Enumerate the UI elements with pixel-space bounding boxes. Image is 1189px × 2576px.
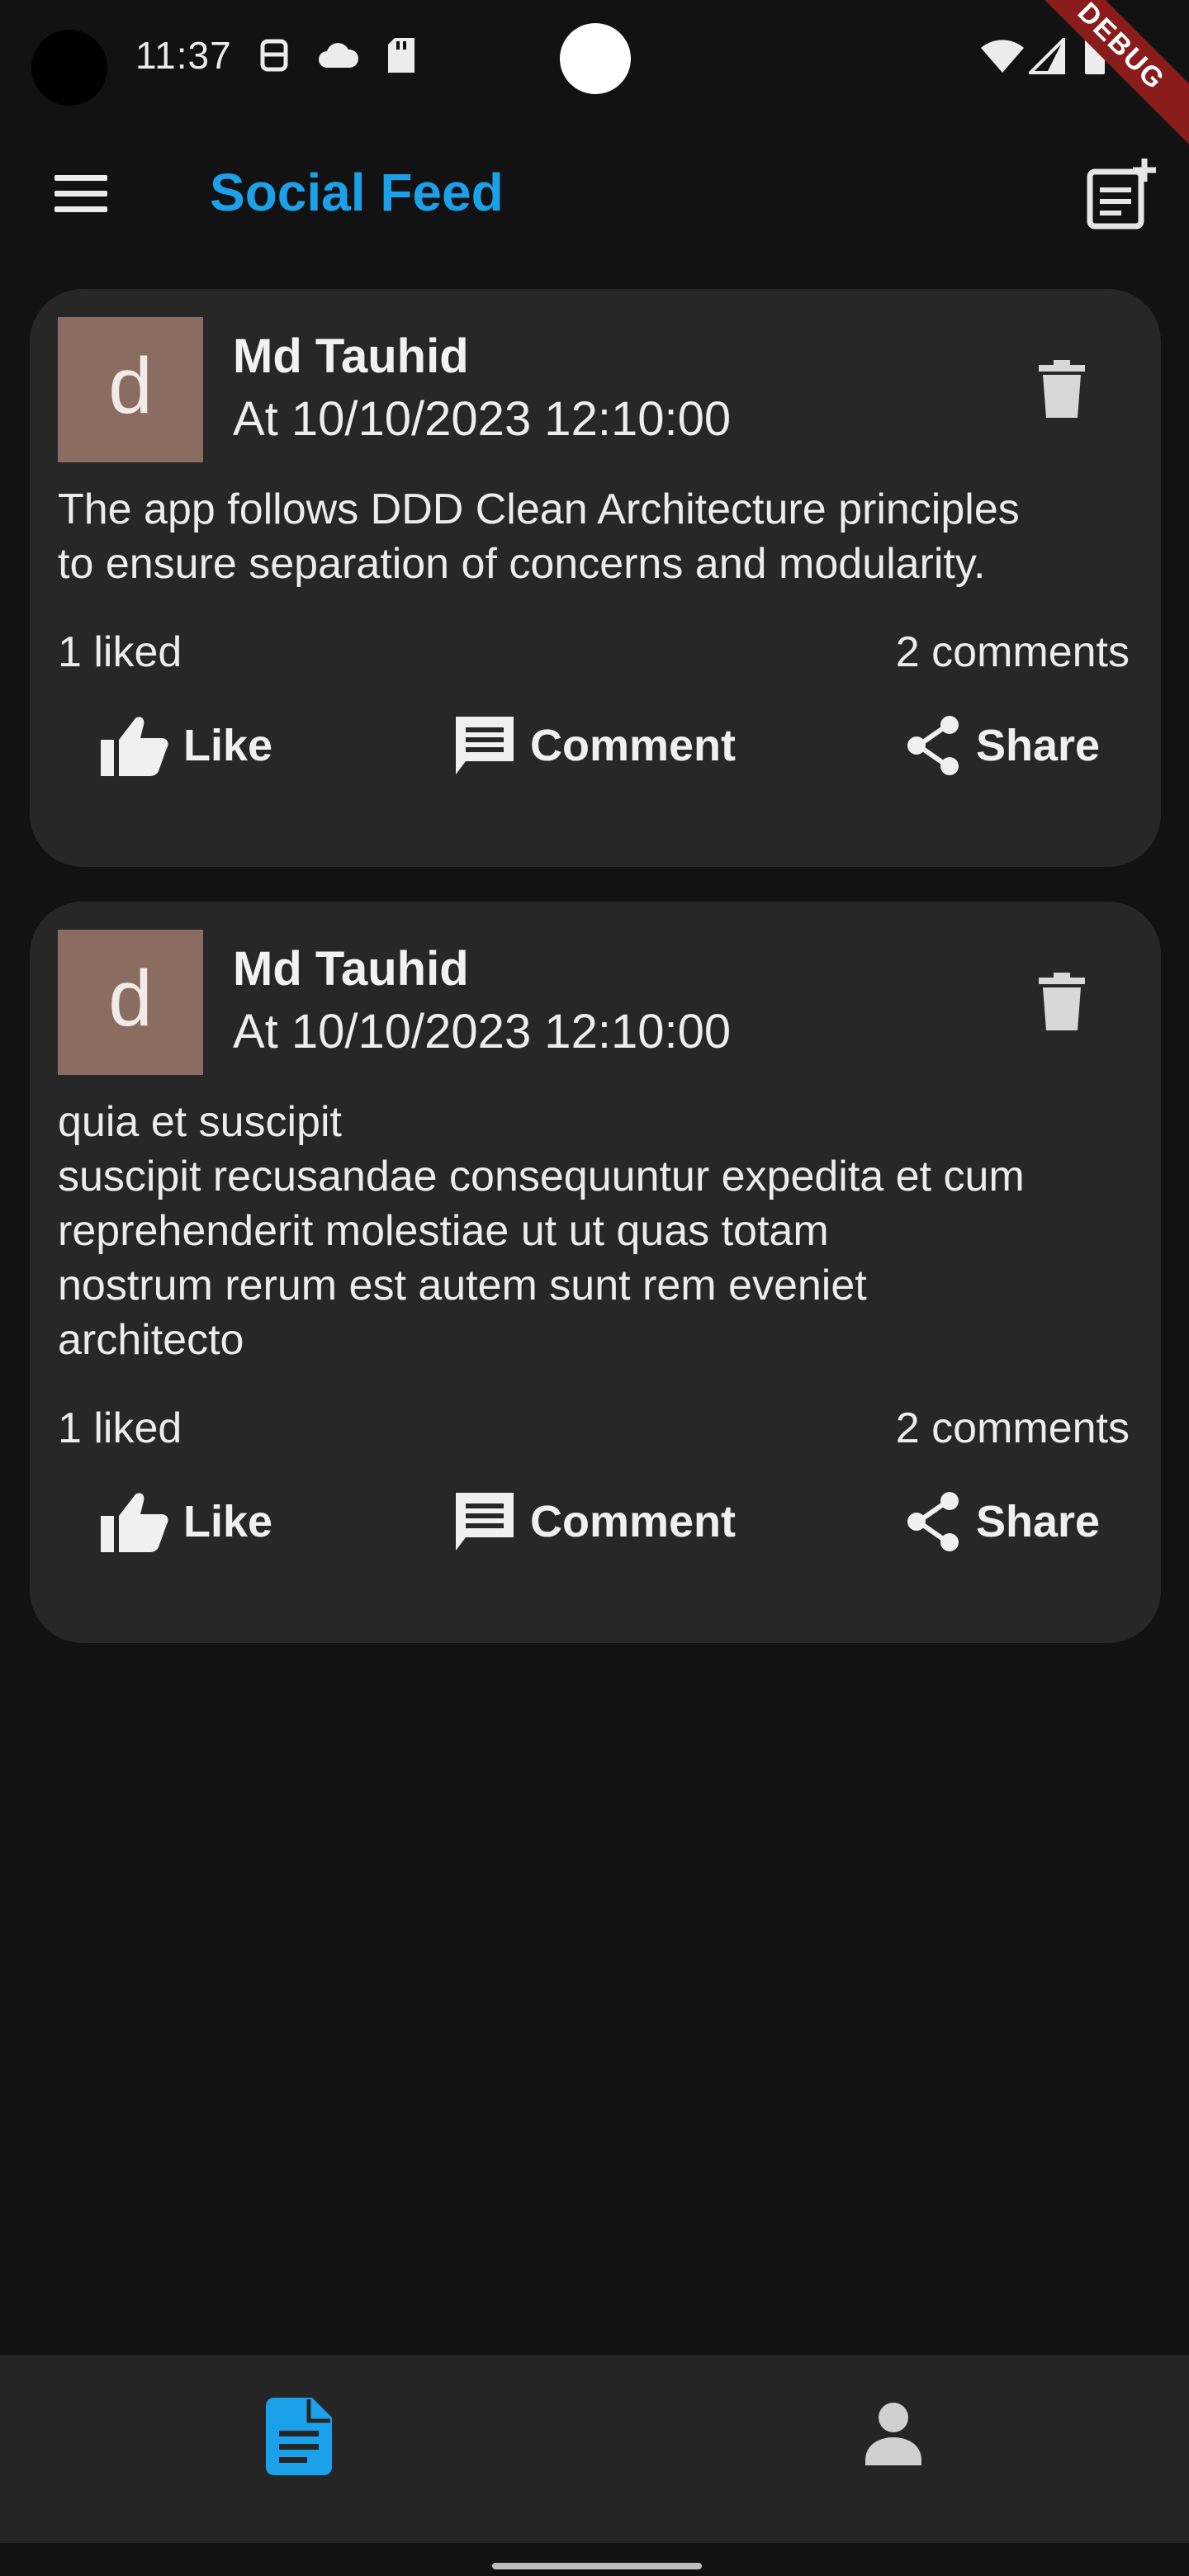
post-card: d Md Tauhid At 10/10/2023 12:10:00 The a… — [30, 289, 1161, 867]
share-label: Share — [976, 1497, 1101, 1546]
post-timestamp: At 10/10/2023 12:10:00 — [233, 1005, 732, 1058]
comment-icon — [456, 717, 514, 774]
post-actions: Like Comment Share — [30, 700, 1161, 791]
trash-icon[interactable] — [1039, 973, 1085, 1030]
thumbs-up-icon — [101, 1493, 168, 1552]
status-bar: 11:37 DEBUG — [0, 0, 1189, 155]
comment-label: Comment — [530, 1497, 737, 1546]
wifi-icon — [981, 40, 1024, 73]
post-author: Md Tauhid — [233, 329, 469, 383]
comment-button[interactable]: Comment — [454, 1476, 736, 1567]
comment-count[interactable]: 2 comments — [896, 1404, 1130, 1453]
share-button[interactable]: Share — [907, 700, 1100, 791]
share-icon — [907, 716, 959, 775]
front-sensor — [560, 23, 631, 94]
bottom-navigation — [0, 2355, 1189, 2543]
post-actions: Like Comment Share — [30, 1476, 1161, 1567]
like-count: 1 liked — [58, 1404, 182, 1452]
avatar[interactable]: d — [58, 317, 203, 462]
profile-icon[interactable] — [844, 2386, 943, 2485]
sd-card-icon — [388, 38, 414, 73]
post-author: Md Tauhid — [233, 942, 469, 996]
share-button[interactable]: Share — [907, 1476, 1100, 1567]
like-count: 1 liked — [58, 628, 182, 676]
post-card: d Md Tauhid At 10/10/2023 12:10:00 quia … — [30, 902, 1161, 1643]
post-body: The app follows DDD Clean Architecture p… — [58, 485, 1020, 588]
comment-label: Comment — [530, 721, 737, 770]
like-label: Like — [183, 721, 273, 770]
new-post-icon[interactable] — [1085, 157, 1159, 231]
notification-robot-icon — [260, 39, 288, 72]
thumbs-up-icon — [101, 717, 168, 776]
post-timestamp: At 10/10/2023 12:10:00 — [233, 392, 732, 446]
share-label: Share — [976, 721, 1101, 770]
post-body: quia et suscipit suscipit recusandae con… — [58, 1098, 1025, 1364]
cloud-icon — [319, 43, 359, 68]
like-button[interactable]: Like — [101, 1476, 272, 1567]
page-title: Social Feed — [210, 163, 504, 222]
camera-cutout — [31, 30, 107, 106]
comment-count[interactable]: 2 comments — [896, 627, 1130, 677]
comment-button[interactable]: Comment — [454, 700, 736, 791]
comment-icon — [456, 1493, 514, 1551]
avatar[interactable]: d — [58, 930, 203, 1075]
status-time: 11:37 — [135, 34, 232, 77]
trash-icon[interactable] — [1039, 360, 1085, 418]
gesture-navigation-bar[interactable] — [492, 2563, 702, 2569]
like-label: Like — [183, 1497, 273, 1546]
hamburger-menu-icon[interactable] — [54, 175, 107, 213]
feed-icon[interactable] — [249, 2386, 348, 2485]
app-bar: Social Feed — [0, 132, 1189, 256]
share-icon — [907, 1492, 959, 1551]
cell-signal-icon — [1029, 38, 1065, 74]
like-button[interactable]: Like — [101, 700, 272, 791]
